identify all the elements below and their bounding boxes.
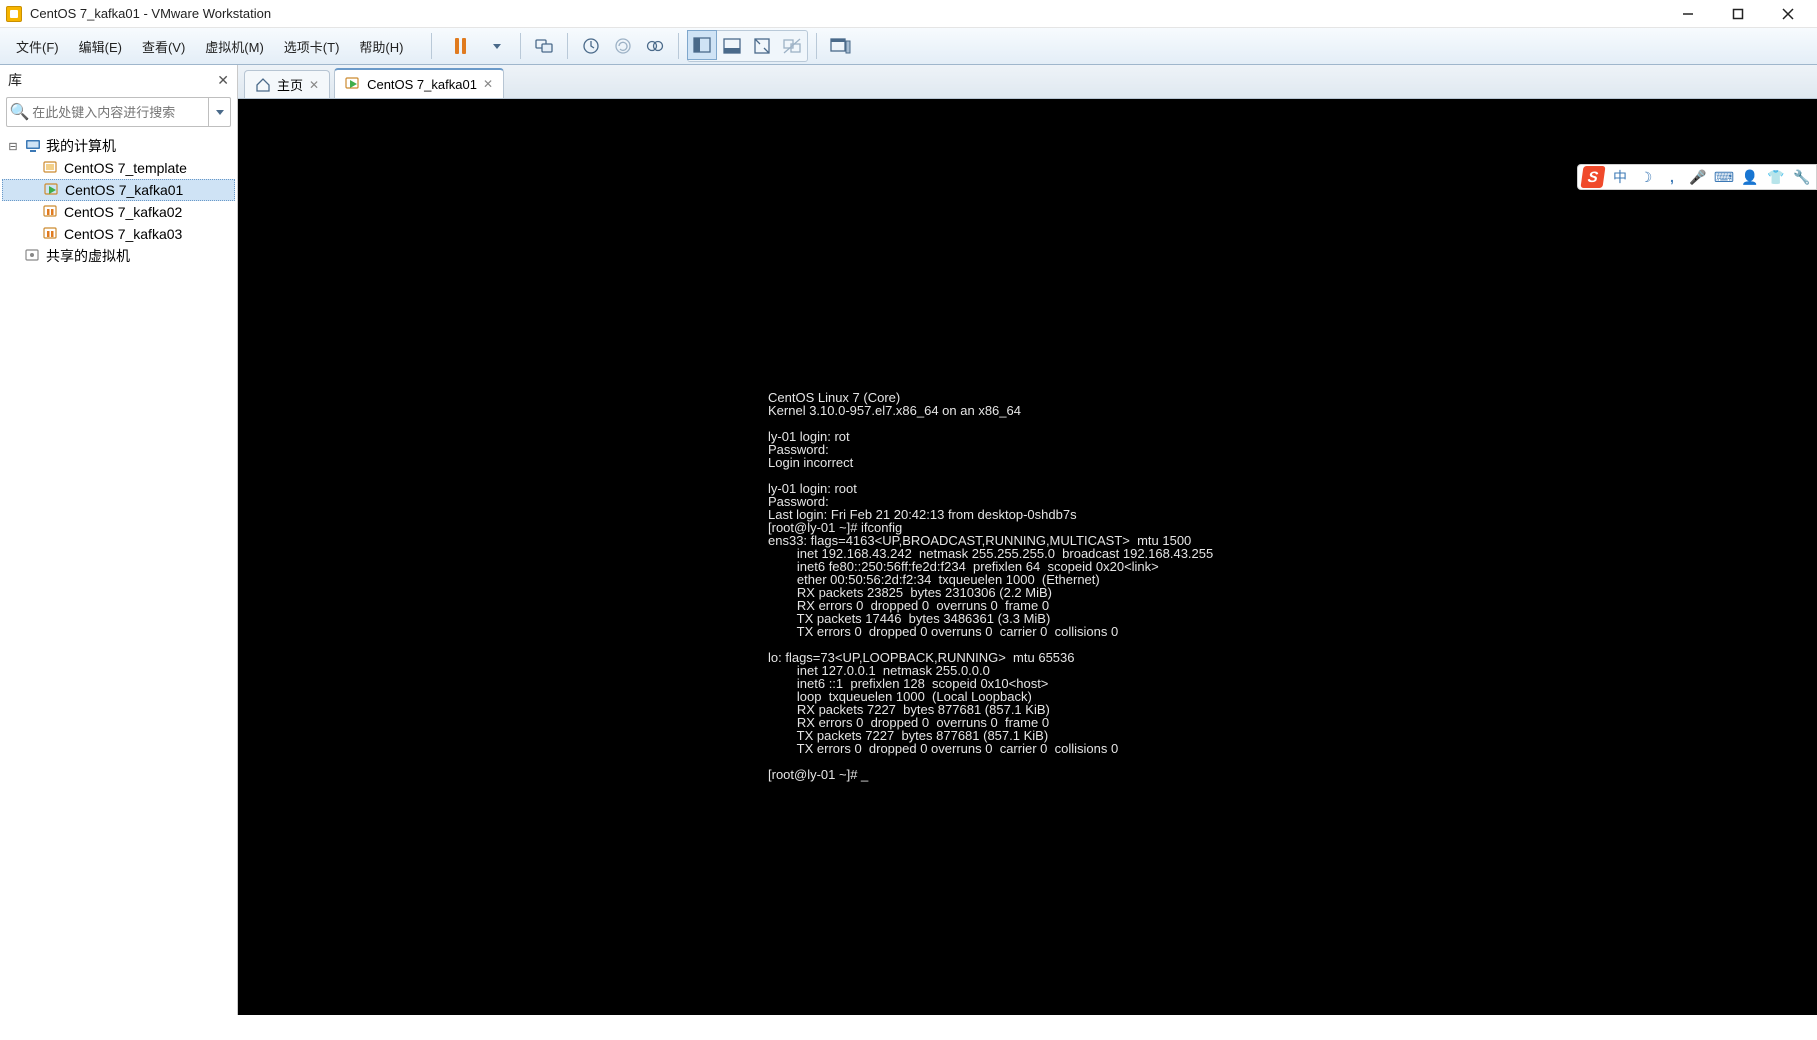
tree-root-my-computer[interactable]: ⊟ 我的计算机 [2, 135, 235, 157]
window-close-button[interactable] [1775, 4, 1801, 24]
vm-running-icon [43, 182, 61, 198]
vm-icon [42, 160, 60, 176]
ime-skin-icon[interactable]: 👕 [1766, 167, 1786, 187]
quick-switch-button[interactable] [825, 31, 855, 61]
computer-icon [24, 138, 42, 154]
shared-icon [24, 248, 42, 264]
snapshot-take-button[interactable] [576, 31, 606, 61]
tree-label: CentOS 7_kafka03 [64, 226, 182, 242]
tab-label: 主页 [277, 75, 303, 94]
menu-toolbar-strip: 文件(F) 编辑(E) 查看(V) 虚拟机(M) 选项卡(T) 帮助(H) [0, 28, 1817, 65]
show-thumbnail-button[interactable] [717, 31, 747, 61]
tree-shared-vms[interactable]: 共享的虚拟机 [2, 245, 235, 267]
menu-tabs[interactable]: 选项卡(T) [276, 35, 348, 58]
sogou-logo-icon[interactable]: S [1580, 166, 1605, 188]
toolbar-separator [816, 33, 817, 59]
snapshot-revert-button[interactable] [608, 31, 638, 61]
app-icon [6, 6, 22, 22]
window-maximize-button[interactable] [1725, 4, 1751, 24]
menu-edit[interactable]: 编辑(E) [71, 35, 130, 58]
library-sidebar: 库 ✕ 🔍 ⊟ 我的计算机 CentOS 7_template CentOS 7… [0, 65, 238, 1015]
search-icon: 🔍 [7, 102, 32, 122]
library-search-input[interactable] [32, 105, 208, 120]
vm-console[interactable]: CentOS Linux 7 (Core)Kernel 3.10.0-957.e… [238, 99, 1817, 1015]
tab-close-button[interactable]: ✕ [309, 78, 319, 92]
window-title: CentOS 7_kafka01 - VMware Workstation [30, 6, 271, 21]
library-title: 库 [8, 70, 22, 90]
tree-vm-kafka02[interactable]: CentOS 7_kafka02 [2, 201, 235, 223]
window-titlebar: CentOS 7_kafka01 - VMware Workstation [0, 0, 1817, 28]
send-ctrl-alt-del-button[interactable] [529, 31, 559, 61]
menu-view[interactable]: 查看(V) [134, 35, 193, 58]
ime-lang-button[interactable]: 中 [1610, 167, 1630, 187]
vm-paused-icon [42, 226, 60, 242]
menu-help[interactable]: 帮助(H) [351, 35, 411, 58]
tree-label: CentOS 7_kafka02 [64, 204, 182, 220]
vm-running-icon [345, 76, 361, 92]
toggle-fullscreen-button[interactable] [747, 31, 777, 61]
ime-settings-icon[interactable]: 🔧 [1792, 167, 1812, 187]
tree-label: 我的计算机 [46, 136, 116, 156]
chevron-down-icon [216, 110, 224, 115]
ime-keyboard-icon[interactable]: ⌨ [1714, 167, 1734, 187]
window-minimize-button[interactable] [1675, 4, 1701, 24]
toolbar-separator [431, 33, 432, 59]
main-area: 库 ✕ 🔍 ⊟ 我的计算机 CentOS 7_template CentOS 7… [0, 65, 1817, 1015]
vm-tabs: 主页 ✕ CentOS 7_kafka01 ✕ [238, 65, 1817, 99]
tree-label: CentOS 7_kafka01 [65, 182, 183, 198]
library-close-button[interactable]: ✕ [217, 72, 229, 89]
show-library-button[interactable] [687, 30, 717, 60]
toolbar-separator [567, 33, 568, 59]
tree-vm-kafka03[interactable]: CentOS 7_kafka03 [2, 223, 235, 245]
library-search-dropdown[interactable] [208, 98, 230, 126]
content-area: 主页 ✕ CentOS 7_kafka01 ✕ CentOS Linux 7 (… [238, 65, 1817, 1015]
vm-power-menu-button[interactable] [482, 31, 512, 61]
tree-vm-kafka01[interactable]: CentOS 7_kafka01 [2, 179, 235, 201]
unity-mode-button[interactable] [777, 31, 807, 61]
ime-mic-icon[interactable]: 🎤 [1688, 167, 1708, 187]
menubar: 文件(F) 编辑(E) 查看(V) 虚拟机(M) 选项卡(T) 帮助(H) [0, 33, 419, 59]
tab-close-button[interactable]: ✕ [483, 77, 493, 91]
snapshot-manager-button[interactable] [640, 31, 670, 61]
menu-vm[interactable]: 虚拟机(M) [197, 35, 272, 58]
menu-file[interactable]: 文件(F) [8, 35, 67, 58]
toolbar-separator [678, 33, 679, 59]
tree-label: 共享的虚拟机 [46, 246, 130, 266]
tab-home[interactable]: 主页 ✕ [244, 70, 330, 98]
ime-person-icon[interactable]: 👤 [1740, 167, 1760, 187]
console-output: CentOS Linux 7 (Core)Kernel 3.10.0-957.e… [238, 99, 1817, 781]
home-icon [255, 77, 271, 93]
pause-icon [455, 38, 466, 54]
toolbar-separator [520, 33, 521, 59]
ime-moon-icon[interactable]: ☽ [1636, 167, 1656, 187]
library-tree: ⊟ 我的计算机 CentOS 7_template CentOS 7_kafka… [0, 133, 237, 269]
view-mode-group [687, 30, 808, 62]
tree-label: CentOS 7_template [64, 160, 187, 176]
vm-suspend-button[interactable] [440, 31, 480, 61]
tab-vm-kafka01[interactable]: CentOS 7_kafka01 ✕ [334, 68, 504, 98]
library-search: 🔍 [6, 97, 231, 127]
chevron-down-icon [493, 44, 501, 49]
vm-paused-icon [42, 204, 60, 220]
tab-label: CentOS 7_kafka01 [367, 77, 477, 92]
toolbar [419, 28, 861, 64]
tree-vm-template[interactable]: CentOS 7_template [2, 157, 235, 179]
ime-comma-icon[interactable]: , [1662, 167, 1682, 187]
tree-collapse-icon[interactable]: ⊟ [6, 140, 20, 153]
ime-toolbar[interactable]: S 中 ☽ , 🎤 ⌨ 👤 👕 🔧 [1577, 164, 1817, 190]
